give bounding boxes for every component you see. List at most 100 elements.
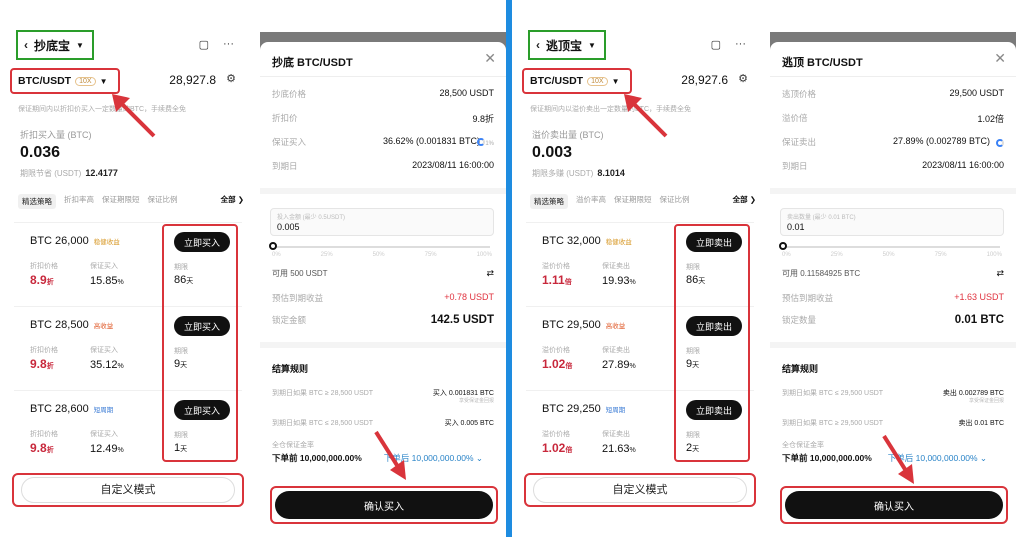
confirm-buy-button[interactable]: 确认买入 bbox=[275, 491, 493, 519]
slider-handle[interactable] bbox=[779, 242, 787, 250]
pair-selector[interactable]: BTC/USDT 10X ▼ bbox=[522, 68, 632, 94]
tab-all[interactable]: 全部 ❯ bbox=[221, 194, 244, 209]
term-label: 期限 bbox=[686, 264, 700, 271]
annotation-arrow-icon bbox=[624, 94, 668, 138]
confirm-sell-button[interactable]: 确认买入 bbox=[785, 491, 1003, 519]
col2-value: 27.89% bbox=[602, 359, 636, 371]
current-price: 28,927.8 bbox=[169, 73, 216, 87]
pair-selector[interactable]: BTC/USDT 10X ▼ bbox=[10, 68, 120, 94]
dropdown-icon[interactable]: ▼ bbox=[588, 41, 596, 50]
page-title-box[interactable]: ‹ 逃顶宝 ▼ bbox=[528, 30, 606, 60]
quantity-value: 0.01 bbox=[787, 222, 805, 232]
card-tag: 短周期 bbox=[605, 407, 626, 414]
col1-label: 溢价价格 bbox=[542, 347, 570, 354]
amount-slider[interactable] bbox=[269, 242, 490, 250]
more-icon[interactable]: ··· bbox=[735, 38, 746, 51]
settings-icon[interactable]: ⚙ bbox=[226, 72, 236, 85]
close-icon[interactable]: ✕ bbox=[994, 50, 1006, 67]
card-title: BTC 28,500 bbox=[30, 319, 89, 331]
annotation-arrow-icon bbox=[882, 434, 914, 484]
dropdown-icon[interactable]: ▼ bbox=[76, 41, 84, 50]
term-label: 期限 bbox=[174, 432, 188, 439]
slider-ticks: 0% 25% 50% 75% 100% bbox=[272, 252, 492, 258]
info-row: 折扣价 9.8折 bbox=[272, 113, 494, 124]
savings-label-text: 期限节省 (USDT) bbox=[20, 169, 82, 178]
savings-label: 期限节省 (USDT) 12.4177 bbox=[20, 168, 118, 179]
pair-row: BTC/USDT 10X ▼ 28,927.8 ⚙ bbox=[8, 68, 240, 94]
pair-name: BTC/USDT bbox=[18, 75, 72, 87]
extra-label-text: 期限多赚 (USDT) bbox=[532, 169, 594, 178]
page-title-box[interactable]: ‹ 抄底宝 ▼ bbox=[16, 30, 94, 60]
annotation-arrow-icon bbox=[374, 430, 406, 480]
qty-label: 折扣买入量 (BTC) bbox=[20, 130, 92, 140]
col2-value: 12.49% bbox=[90, 443, 124, 455]
col1-value: 8.9折 bbox=[30, 273, 54, 287]
info-row: 溢价倍 1.02倍 bbox=[782, 113, 1004, 124]
col2-label: 保证卖出 bbox=[602, 347, 630, 354]
close-icon[interactable]: ✕ bbox=[484, 50, 496, 67]
leverage-badge: 10X bbox=[75, 76, 96, 86]
expected-row: 预估到期收益 +1.63 USDT bbox=[782, 292, 1004, 303]
lock-row: 锁定数量 0.01 BTC bbox=[782, 314, 1004, 326]
buy-now-button[interactable]: 立即买入 bbox=[174, 232, 230, 252]
strategy-tabs: 精选策略 溢价率高 保证期限短 保证比例 全部 ❯ bbox=[530, 194, 756, 209]
buy-now-button[interactable]: 立即买入 bbox=[174, 400, 230, 420]
top-icons: ▢ ··· bbox=[199, 38, 234, 51]
tab-ratio[interactable]: 保证比例 bbox=[148, 194, 178, 209]
book-icon[interactable]: ▢ bbox=[199, 38, 209, 51]
quantity-input[interactable]: 卖出数量 (最少 0.01 BTC) 0.01 bbox=[780, 208, 1004, 236]
col2-label: 保证卖出 bbox=[602, 431, 630, 438]
rules-title: 结算规则 bbox=[782, 364, 819, 374]
tab-all[interactable]: 全部 ❯ bbox=[733, 194, 756, 209]
buy-now-button[interactable]: 立即买入 bbox=[174, 316, 230, 336]
quantity-placeholder: 卖出数量 (最少 0.01 BTC) bbox=[787, 215, 856, 221]
term-label: 期限 bbox=[686, 432, 700, 439]
tab-featured[interactable]: 精选策略 bbox=[18, 194, 56, 209]
tab-premium[interactable]: 溢价率高 bbox=[576, 194, 606, 209]
swap-icon[interactable]: ⇄ bbox=[996, 268, 1004, 279]
col1-value: 9.8折 bbox=[30, 357, 54, 371]
amount-value: 0.005 bbox=[277, 222, 300, 232]
more-icon[interactable]: ··· bbox=[223, 38, 234, 51]
back-icon[interactable]: ‹ bbox=[24, 38, 28, 52]
col2-value: 35.12% bbox=[90, 359, 124, 371]
pair-name: BTC/USDT bbox=[530, 75, 584, 87]
tab-short-term[interactable]: 保证期限短 bbox=[102, 194, 140, 209]
back-icon[interactable]: ‹ bbox=[536, 38, 540, 52]
sell-now-button[interactable]: 立即卖出 bbox=[686, 232, 742, 252]
sell-now-button[interactable]: 立即卖出 bbox=[686, 316, 742, 336]
custom-mode-button[interactable]: 自定义模式 bbox=[533, 477, 747, 503]
slider-handle[interactable] bbox=[269, 242, 277, 250]
sell-modal-overlay: 逃顶 BTC/USDT ✕ 逃顶价格 29,500 USDT 溢价倍 1.02倍 保… bbox=[770, 32, 1016, 529]
tab-short-term[interactable]: 保证期限短 bbox=[614, 194, 652, 209]
pair-row: BTC/USDT 10X ▼ 28,927.6 ⚙ bbox=[520, 68, 752, 94]
settings-icon[interactable]: ⚙ bbox=[738, 72, 748, 85]
rule-row: 到期日如果 BTC ≤ 29,500 USDT 卖出 0.002789 BTC 享受… bbox=[782, 390, 1004, 404]
info-row: 保证卖出 27.89% (0.002789 BTC) bbox=[782, 136, 1004, 150]
quantity-slider[interactable] bbox=[779, 242, 1000, 250]
swap-icon[interactable]: ⇄ bbox=[486, 268, 494, 279]
top-icons: ▢ ··· bbox=[711, 38, 746, 51]
custom-mode-button[interactable]: 自定义模式 bbox=[21, 477, 235, 503]
qty-value: 0.036 bbox=[20, 144, 61, 161]
rule-row: 到期日如果 BTC ≥ 28,500 USDT 买入 0.001831 BTC 享受… bbox=[272, 390, 494, 404]
card-tag: 高收益 bbox=[93, 323, 114, 330]
loading-icon: 1% bbox=[475, 138, 494, 147]
col2-label: 保证买入 bbox=[90, 347, 118, 354]
custom-mode-box: 自定义模式 bbox=[12, 473, 244, 507]
col1-label: 溢价价格 bbox=[542, 263, 570, 270]
lock-row: 锁定金额 142.5 USDT bbox=[272, 314, 494, 326]
savings-value: 12.4177 bbox=[85, 168, 118, 178]
tab-ratio[interactable]: 保证比例 bbox=[660, 194, 690, 209]
amount-input[interactable]: 投入金额 (最少 0.5USDT) 0.005 bbox=[270, 208, 494, 236]
term-value: 9天 bbox=[174, 358, 188, 370]
book-icon[interactable]: ▢ bbox=[711, 38, 721, 51]
confirm-highlight-box: 确认买入 bbox=[780, 486, 1008, 524]
sell-now-button[interactable]: 立即卖出 bbox=[686, 400, 742, 420]
tab-discount[interactable]: 折扣率高 bbox=[64, 194, 94, 209]
tab-featured[interactable]: 精选策略 bbox=[530, 194, 568, 209]
buy-list-screen: ‹ 抄底宝 ▼ ▢ ··· BTC/USDT 10X ▼ 28,927.8 ⚙ … bbox=[0, 0, 244, 537]
available-row: 可用 500 USDT ⇄ bbox=[272, 268, 494, 279]
term-label: 期限 bbox=[174, 348, 188, 355]
col1-label: 折扣价格 bbox=[30, 431, 58, 438]
